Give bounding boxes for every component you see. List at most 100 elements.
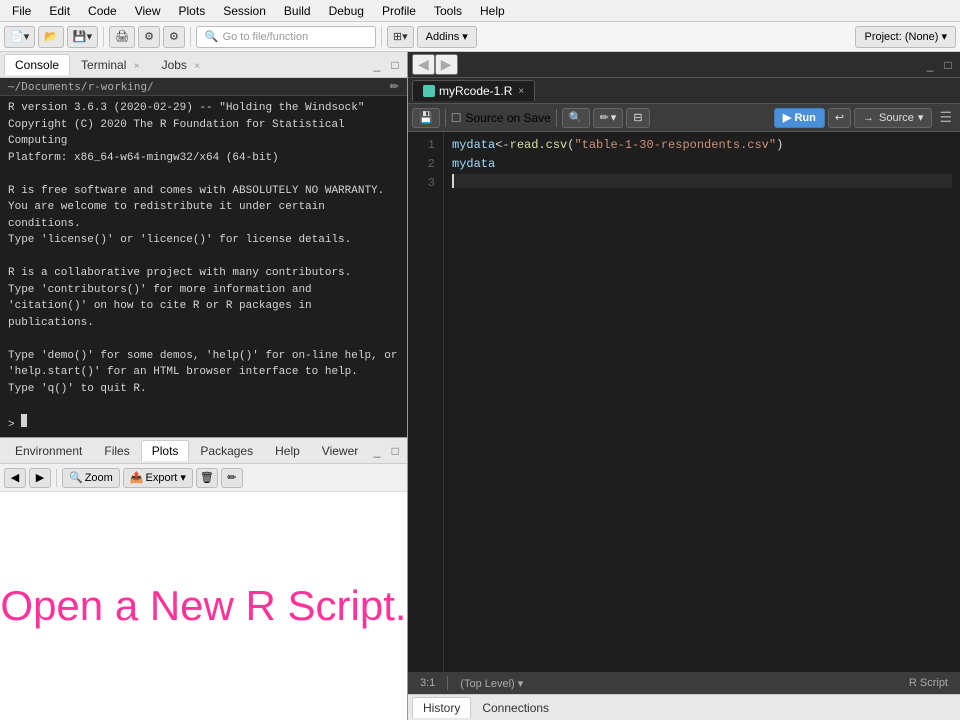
console-line-15: Type 'q()' to quit R. (8, 381, 399, 398)
menu-code[interactable]: Code (80, 2, 125, 20)
new-file-button[interactable]: 📄▾ (4, 26, 35, 48)
terminal-close-icon[interactable]: × (134, 61, 140, 72)
editor-language: R Script (905, 677, 952, 689)
tab-plots[interactable]: Plots (141, 440, 190, 461)
console-line-14: 'help.start()' for an HTML browser inter… (8, 364, 399, 381)
project-button[interactable]: Project: (None) ▾ (855, 26, 956, 48)
save-button[interactable]: 💾▾ (67, 26, 98, 48)
env-maximize-button[interactable]: □ (387, 443, 403, 459)
source-on-save-area: ☐ Source on Save (451, 111, 551, 125)
zoom-icon: 🔍 (69, 471, 83, 484)
tab-environment[interactable]: Environment (4, 440, 93, 461)
rerun-button[interactable]: ↩ (828, 108, 851, 128)
console-line-10: Type 'contributors()' for more informati… (8, 282, 399, 299)
plots-prev-button[interactable]: ◀ (4, 468, 26, 488)
status-sep-1 (447, 676, 448, 690)
env-tabs: Environment Files Plots Packages Help Vi… (0, 438, 407, 464)
menu-profile[interactable]: Profile (374, 2, 424, 20)
editor-edit-icon: ✏ (600, 111, 609, 124)
menubar: File Edit Code View Plots Session Build … (0, 0, 960, 22)
run-button[interactable]: ▶ Run (774, 108, 825, 128)
menu-edit[interactable]: Edit (41, 2, 78, 20)
editor-search-button[interactable]: 🔍 (562, 108, 590, 128)
editor-format-button[interactable]: ⊟ (626, 108, 649, 128)
editor-minimize-button[interactable]: _ (922, 57, 938, 73)
hamburger-icon: ☰ (939, 109, 952, 126)
editor-edit-button[interactable]: ✏ ▾ (593, 108, 624, 128)
plots-message: Open a New R Script. (0, 582, 406, 630)
plots-next-button[interactable]: ▶ (29, 468, 51, 488)
console-line-13: Type 'demo()' for some demos, 'help()' f… (8, 348, 399, 365)
console-maximize-button[interactable]: □ (387, 57, 403, 73)
line-num-2: 2 (408, 155, 435, 174)
editor-nav-forward-button[interactable]: ▶ (435, 54, 458, 75)
jobs-close-icon[interactable]: × (194, 61, 200, 72)
console-minimize-button[interactable]: _ (369, 57, 385, 73)
tab-jobs[interactable]: Jobs × (151, 54, 212, 75)
toolbar-btn-3[interactable]: ⚙ (163, 26, 185, 48)
editor-save-button[interactable]: 💾 (412, 108, 440, 128)
tab-history[interactable]: History (412, 697, 471, 718)
tab-packages[interactable]: Packages (189, 440, 264, 461)
tab-help[interactable]: Help (264, 440, 311, 461)
go-to-file-placeholder: Go to file/function (223, 31, 309, 43)
plots-export-button[interactable]: 📤 Export ▾ (123, 468, 193, 488)
menu-build[interactable]: Build (276, 2, 319, 20)
run-label: ▶ Run (783, 111, 816, 124)
menu-help[interactable]: Help (472, 2, 513, 20)
menu-view[interactable]: View (127, 2, 169, 20)
tab-viewer[interactable]: Viewer (311, 440, 369, 461)
console-line-4 (8, 166, 399, 183)
env-minimize-button[interactable]: _ (369, 443, 385, 459)
editor-position: 3:1 (416, 677, 439, 689)
code-content[interactable]: mydata <- read.csv ( "table-1-30-respond… (444, 132, 960, 672)
print-button[interactable]: 🖨 (109, 26, 135, 48)
menu-session[interactable]: Session (215, 2, 274, 20)
code-line-3 (452, 174, 952, 188)
menu-file[interactable]: File (4, 2, 39, 20)
editor-tab-myRcode[interactable]: myRcode-1.R × (412, 80, 535, 101)
tab-connections[interactable]: Connections (471, 697, 560, 718)
console-output[interactable]: R version 3.6.3 (2020-02-29) -- "Holding… (0, 96, 407, 437)
tab-console[interactable]: Console (4, 54, 70, 75)
layout-button[interactable]: ⊞▾ (387, 26, 414, 48)
menu-tools[interactable]: Tools (426, 2, 470, 20)
menu-plots[interactable]: Plots (171, 2, 214, 20)
editor-menu-button[interactable]: ☰ (935, 108, 956, 128)
source-label: Source (879, 112, 914, 124)
menu-debug[interactable]: Debug (321, 2, 372, 20)
toolbar-sep-2 (190, 27, 191, 47)
console-path-edit-icon[interactable]: ✏ (390, 80, 399, 93)
code-var-mydata-2: mydata (452, 155, 495, 174)
addins-button[interactable]: Addins ▾ (417, 26, 477, 48)
code-cursor-blink (452, 174, 454, 188)
source-on-save-checkbox[interactable]: ☐ (451, 111, 462, 125)
plots-clear-button[interactable]: ✏ (221, 468, 243, 488)
console-line-9: R is a collaborative project with many c… (8, 265, 399, 282)
plots-delete-button[interactable]: 🗑 (196, 468, 218, 488)
console-line-8 (8, 249, 399, 266)
source-dropdown-button[interactable]: → Source ▾ (854, 108, 932, 128)
zoom-label: Zoom (85, 472, 113, 484)
console-line-6: You are welcome to redistribute it under… (8, 199, 399, 232)
tab-terminal[interactable]: Terminal × (70, 54, 151, 75)
code-var-mydata-1: mydata (452, 136, 495, 155)
code-paren-open: ( (567, 136, 574, 155)
tab-files[interactable]: Files (93, 440, 140, 461)
editor-nav-back-button[interactable]: ◀ (412, 54, 435, 75)
console-line-7: Type 'license()' or 'licence()' for lice… (8, 232, 399, 249)
r-file-icon (423, 85, 435, 97)
toolbar-btn-2[interactable]: ⚙ (138, 26, 160, 48)
export-icon: 📤 (130, 471, 144, 484)
env-panel-actions: _ □ (369, 443, 403, 459)
editor-tab-label: myRcode-1.R (439, 84, 512, 98)
editor-maximize-button[interactable]: □ (940, 57, 956, 73)
editor-status-bar: 3:1 (Top Level) ▾ R Script (408, 672, 960, 694)
go-to-file-input[interactable]: 🔍 Go to file/function (196, 26, 376, 48)
plots-zoom-button[interactable]: 🔍 Zoom (62, 468, 120, 488)
editor-toolbar: 💾 ☐ Source on Save 🔍 ✏ ▾ ⊟ ▶ Run (408, 104, 960, 132)
editor-level[interactable]: (Top Level) ▾ (456, 677, 527, 690)
editor-tab-close-icon[interactable]: × (518, 86, 524, 97)
code-editor[interactable]: 1 2 3 mydata <- read.csv ( "table-1-30-r… (408, 132, 960, 672)
open-file-button[interactable]: 📂 (38, 26, 64, 48)
